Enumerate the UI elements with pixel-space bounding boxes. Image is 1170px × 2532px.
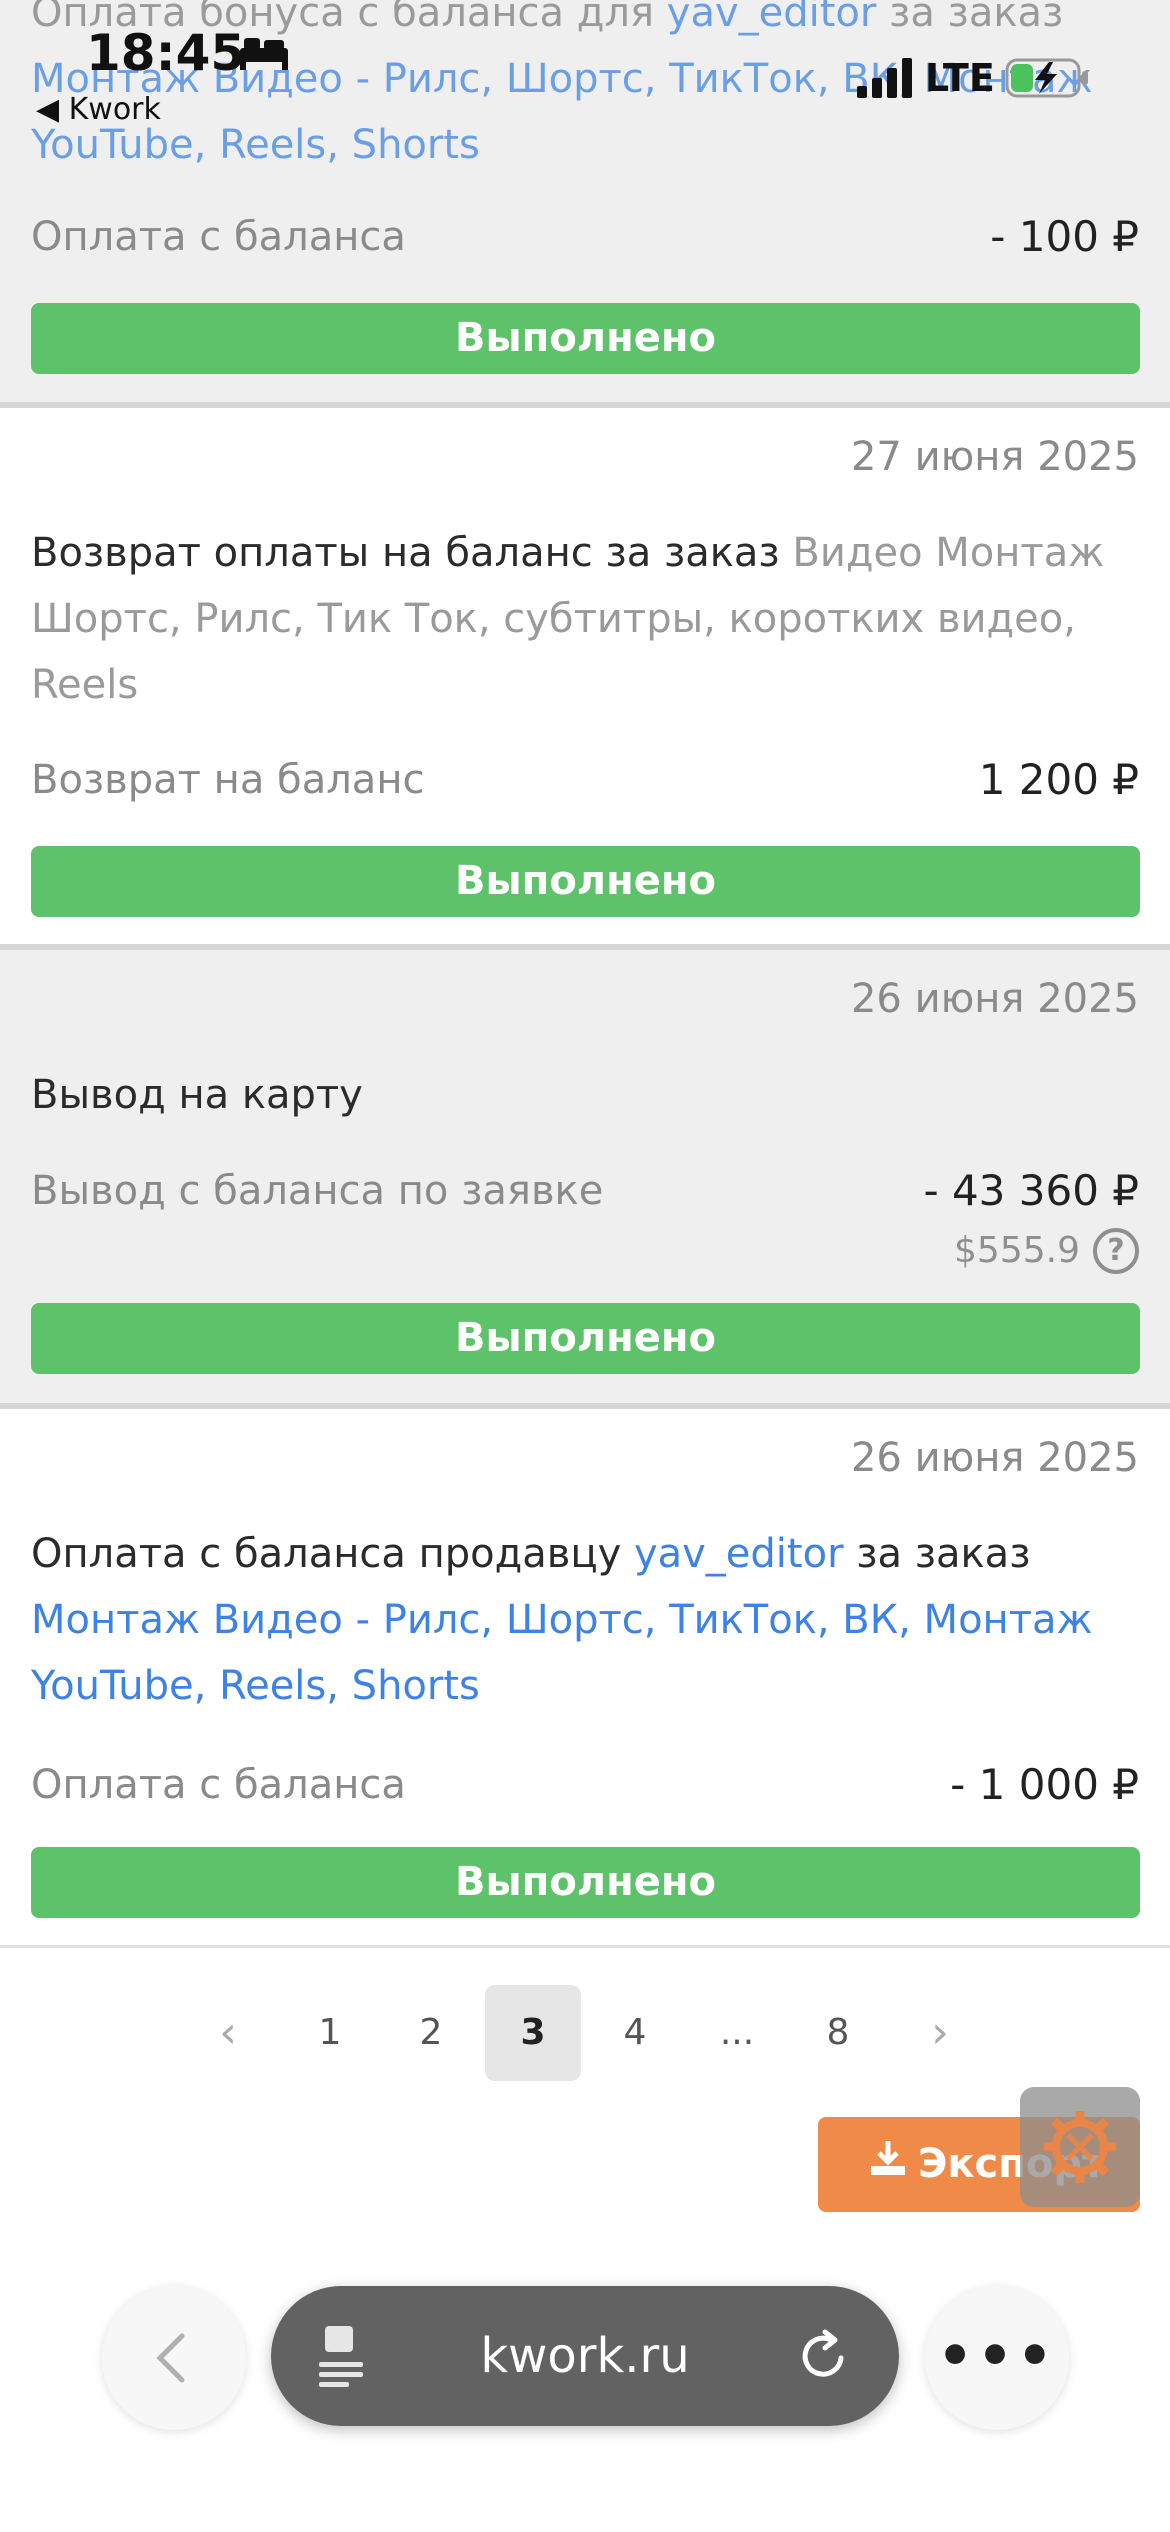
address-bar[interactable]: kwork.ru xyxy=(271,2286,899,2426)
transaction-amount: - 100 ₽ xyxy=(990,212,1139,261)
transaction-amount: - 43 360 ₽ xyxy=(923,1166,1139,1215)
transaction-description: Оплата с баланса продавцу yav_editor за … xyxy=(31,1521,1110,1719)
transaction-date: 27 июня 2025 xyxy=(850,434,1139,480)
battery-charging-icon xyxy=(1005,58,1088,98)
description-text: Вывод на карту xyxy=(31,1072,363,1118)
settings-overlay-button[interactable] xyxy=(1020,2087,1140,2207)
pagination-page-current[interactable]: 3 xyxy=(485,1985,581,2081)
status-button[interactable]: Выполнено xyxy=(31,846,1140,917)
page: Оплата бонуса с баланса для yav_editor з… xyxy=(0,0,1170,2532)
transaction-card: 26 июня 2025 Оплата с баланса продавцу y… xyxy=(0,1409,1170,1949)
status-button[interactable]: Выполнено xyxy=(31,1847,1140,1918)
pagination-page[interactable]: 2 xyxy=(383,1985,479,2081)
gear-icon xyxy=(1044,2111,1116,2183)
reload-icon[interactable] xyxy=(795,2328,851,2384)
transaction-amount: - 1 000 ₽ xyxy=(950,1760,1139,1809)
download-icon xyxy=(868,2117,908,2212)
transaction-description: Возврат оплаты на баланс за заказ Видео … xyxy=(31,520,1110,718)
pagination-page[interactable]: 4 xyxy=(587,1985,683,2081)
browser-back-button[interactable] xyxy=(102,2286,246,2430)
pagination: ‹ 1 2 3 4 ... 8 › xyxy=(0,1985,1170,2081)
transaction-label: Вывод с баланса по заявке xyxy=(31,1168,604,1214)
pagination-next[interactable]: › xyxy=(892,1985,988,2081)
usd-amount: $555.9 xyxy=(954,1230,1080,1271)
transaction-description: Вывод на карту xyxy=(31,1062,1110,1128)
description-link[interactable]: Монтаж Видео - Рилс, Шортс, ТикТок, ВК, … xyxy=(31,1597,1093,1709)
pagination-page[interactable]: 1 xyxy=(282,1985,378,2081)
transaction-label: Оплата с баланса xyxy=(31,214,406,260)
transaction-amount: 1 200 ₽ xyxy=(978,755,1139,804)
transaction-card: 27 июня 2025 Возврат оплаты на баланс за… xyxy=(0,408,1170,946)
signal-icon xyxy=(857,58,912,98)
status-time: 18:45 xyxy=(86,24,246,82)
transaction-label: Оплата с баланса xyxy=(31,1762,406,1808)
status-bar: 18:45 ◀ Kwork LTE xyxy=(0,0,1170,140)
bed-icon xyxy=(240,38,288,70)
network-type: LTE xyxy=(925,56,995,100)
description-text: Возврат оплаты на баланс за заказ xyxy=(31,530,793,576)
pagination-page[interactable]: 8 xyxy=(790,1985,886,2081)
description-link[interactable]: yav_editor xyxy=(634,1531,844,1577)
status-button[interactable]: Выполнено xyxy=(31,1303,1140,1374)
description-text: Оплата с баланса продавцу xyxy=(31,1531,634,1577)
help-icon[interactable]: ? xyxy=(1093,1228,1139,1274)
description-text: за заказ xyxy=(843,1531,1031,1577)
pagination-ellipsis: ... xyxy=(719,2012,755,2053)
more-icon: ••• xyxy=(937,2324,1057,2389)
pagination-prev[interactable]: ‹ xyxy=(180,1985,276,2081)
transaction-date: 26 июня 2025 xyxy=(850,976,1139,1022)
transaction-date: 26 июня 2025 xyxy=(850,1435,1139,1481)
chevron-left-icon xyxy=(156,2333,185,2383)
transaction-card: 26 июня 2025 Вывод на карту Вывод с бала… xyxy=(0,950,1170,1406)
transaction-label: Возврат на баланс xyxy=(31,757,425,803)
back-to-app-link[interactable]: ◀ Kwork xyxy=(36,92,161,127)
more-options-button[interactable]: ••• xyxy=(925,2286,1069,2430)
status-button[interactable]: Выполнено xyxy=(31,303,1140,374)
